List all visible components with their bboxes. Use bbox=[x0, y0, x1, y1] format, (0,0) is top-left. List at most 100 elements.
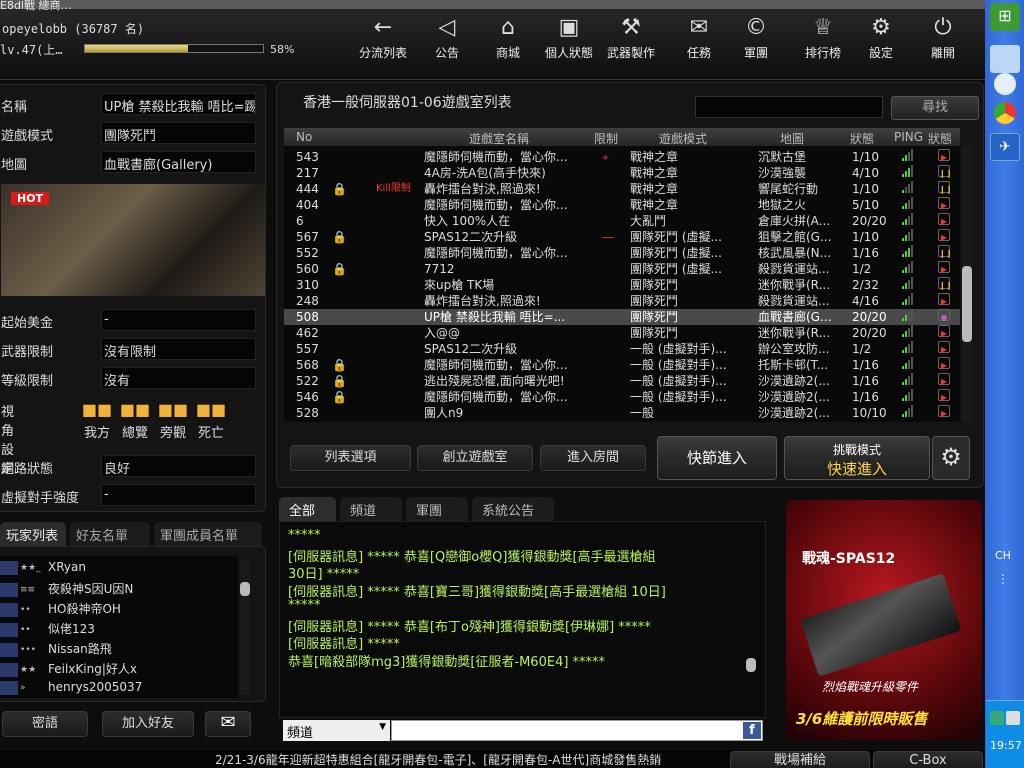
room-row[interactable]: 557 SPAS12二次升級 一般 (虛擬對手)... 辦公室攻防... 1/2 ▶ bbox=[284, 341, 960, 357]
chat-tab-channel[interactable]: 頻道 bbox=[340, 497, 402, 521]
tab-friend-list[interactable]: 好友名單 bbox=[70, 522, 150, 546]
room-row[interactable]: 543 魔隱師伺機而動，當心你... ⌖ 戰神之章 沉默古堡 1/10 ▶ bbox=[284, 149, 960, 165]
list-options-button[interactable]: 列表選項 bbox=[290, 445, 411, 471]
header-state[interactable]: 狀態 bbox=[928, 130, 952, 147]
player-list-scroll-thumb[interactable] bbox=[240, 582, 250, 596]
room-row[interactable]: 560 🔒 7712 團隊死鬥 (虛擬... 殺戮貨運站... 1/2 ▶ bbox=[284, 261, 960, 277]
language-options-icon[interactable]: ⋮ bbox=[997, 572, 1009, 586]
create-room-button[interactable]: 創立遊戲室 bbox=[417, 445, 533, 471]
secret-chat-button[interactable]: 密語 bbox=[2, 711, 88, 737]
room-row[interactable]: 462 入@@ 團隊死鬥 迷你戰爭(R... 20/20 ▶ bbox=[284, 325, 960, 341]
nav-profile-card-button[interactable]: ▣ 個人狀態 bbox=[541, 14, 597, 68]
room-row[interactable]: 310 來up槍 TK場 團隊死鬥 迷你戰爭(R... 2/32 ❙❙ bbox=[284, 277, 960, 293]
player-row[interactable]: •• 似佬123 bbox=[0, 620, 95, 640]
room-no: 560 bbox=[296, 262, 319, 276]
room-row[interactable]: 217 4A房-洗A包(高手快來) 戰神之章 沙漠強襲 4/10 ❙❙ bbox=[284, 165, 960, 181]
chat-tab-clan[interactable]: 軍團 bbox=[406, 497, 468, 521]
chat-input[interactable]: f bbox=[391, 720, 763, 741]
chat-scroll-thumb[interactable] bbox=[746, 658, 756, 672]
tab-clan-members[interactable]: 軍團成員名單 bbox=[154, 522, 262, 546]
room-map: 沙漠強襲 bbox=[758, 166, 807, 180]
room-row[interactable]: 6 快入 100%人在 大亂鬥 倉庫火拼(A... 20/20 ▶ bbox=[284, 213, 960, 229]
chat-tab-all[interactable]: 全部 bbox=[279, 497, 336, 521]
room-list-scroll-thumb[interactable] bbox=[962, 266, 972, 342]
spectate-button[interactable]: ■■ 旁觀 bbox=[155, 400, 191, 441]
player-row[interactable]: ••• Nissan路飛 bbox=[0, 640, 112, 660]
room-row[interactable]: 552 魔隱師伺機而動，當心你... 團隊死鬥 (虛擬... 核武風暴(N... 1/1… bbox=[284, 245, 960, 261]
gun-icon: ⚒ bbox=[621, 15, 641, 40]
nav-trophy-button[interactable]: ♕ 排行榜 bbox=[795, 14, 851, 68]
tab-player-list[interactable]: 玩家列表 bbox=[0, 522, 66, 546]
nav-shop-button[interactable]: ⌂ 商城 bbox=[480, 14, 536, 68]
room-row[interactable]: 568 🔒 魔隱師伺機而動，當心你... 一般 (虛擬對手)... 托斯卡邨(T... 1… bbox=[284, 357, 960, 373]
header-status[interactable]: 狀態 bbox=[850, 130, 874, 147]
volume-icon[interactable] bbox=[1006, 711, 1020, 725]
nav-clan-button[interactable]: © 軍團 bbox=[728, 14, 784, 68]
player-row[interactable]: ≡≡ 夜殺神S因U因N bbox=[0, 580, 133, 600]
ping-bar bbox=[908, 280, 910, 289]
nav-speaker-button[interactable]: ◁ 公告 bbox=[419, 14, 475, 68]
player-list-scrollbar[interactable] bbox=[240, 560, 250, 694]
promo-banner[interactable]: 戰魂-SPAS12 烈焰戰魂升級零件 3/6維護前限時販售 bbox=[786, 500, 982, 740]
overview-button[interactable]: ■■ 總覽 bbox=[117, 400, 153, 441]
player-row[interactable]: •• HO殺神帝OH bbox=[0, 600, 121, 620]
nav-power-button[interactable]: ⏻ 離開 bbox=[915, 14, 971, 68]
clock[interactable]: 19:57 bbox=[990, 739, 1022, 752]
room-row[interactable]: 528 團人n9 一般 沙漠遺跡2(... 10/10 ▶ bbox=[284, 405, 960, 421]
room-field-value: UP槍 禁殺比我輸 唔比=踢 唔該 bbox=[101, 93, 256, 115]
chrome-icon[interactable] bbox=[994, 102, 1016, 124]
media-player-icon[interactable] bbox=[994, 73, 1016, 95]
header-room-name[interactable]: 遊戲室名稱 bbox=[469, 130, 529, 147]
chat-scrollbar[interactable] bbox=[746, 530, 756, 690]
player-row[interactable]: » henrys2005037 bbox=[0, 680, 142, 700]
room-row[interactable]: 508 UP槍 禁殺比我輸 唔比=... 團隊死鬥 血戰書廊(G... 20/20 ● bbox=[284, 309, 960, 325]
add-friend-button[interactable]: 加入好友 bbox=[102, 711, 194, 737]
team-view-button[interactable]: ■■ 我方 bbox=[79, 400, 115, 441]
death-cam-button[interactable]: ■■ 死亡 bbox=[193, 400, 229, 441]
chat-tab-system[interactable]: 系統公告 bbox=[472, 497, 554, 521]
room-search-input[interactable] bbox=[695, 96, 883, 118]
ping-bar bbox=[908, 248, 910, 257]
player-row[interactable]: ★★ FeilxKing|好人x bbox=[0, 660, 137, 680]
header-limit[interactable]: 限制 bbox=[594, 130, 618, 147]
language-indicator[interactable]: CH bbox=[995, 549, 1011, 562]
header-ping[interactable]: PING bbox=[894, 130, 923, 144]
room-row[interactable]: 248 轟炸擂台對決,照過來! 團隊死鬥 殺戮貨運站... 4/16 ▶ bbox=[284, 293, 960, 309]
power-icon: ⏻ bbox=[934, 15, 952, 40]
room-list-scrollbar[interactable] bbox=[962, 146, 972, 422]
nav-back-arrow-button[interactable]: ← 分流列表 bbox=[355, 14, 411, 68]
promo-subtitle: 烈焰戰魂升級零件 bbox=[822, 680, 919, 694]
nav-label: 個人狀態 bbox=[544, 46, 593, 60]
header-map[interactable]: 地圖 bbox=[780, 130, 804, 147]
quick-join-button[interactable]: 快節進入 bbox=[657, 436, 777, 480]
challenge-mode-button[interactable]: 挑戰模式 快速進入 bbox=[784, 436, 930, 480]
room-name: SPAS12二次升級 bbox=[424, 342, 518, 356]
ping-bar bbox=[911, 181, 913, 193]
room-row[interactable]: 522 🔒 逃出殘屍恐懼,面向曙光吧! 一般 (虛擬對手)... 沙漠遺跡2(... 1/… bbox=[284, 373, 960, 389]
promo-date: 3/6維護前限時販售 bbox=[796, 710, 928, 728]
enter-room-button[interactable]: 進入房間 bbox=[540, 445, 646, 471]
gear-icon[interactable]: ⚙ bbox=[932, 436, 970, 480]
room-field-value: - bbox=[101, 484, 256, 506]
start-button[interactable]: ⊞ bbox=[990, 3, 1020, 31]
network-icon[interactable] bbox=[990, 711, 1004, 725]
room-name: 入@@ bbox=[424, 326, 461, 340]
room-row[interactable]: 404 魔隱師伺機而動，當心你... 戰神之章 地獄之火 5/10 ▶ bbox=[284, 197, 960, 213]
facebook-icon[interactable]: f bbox=[743, 722, 761, 739]
header-mode[interactable]: 遊戲模式 bbox=[659, 130, 707, 147]
battle-supply-button[interactable]: 戰場補給 bbox=[730, 751, 870, 768]
cbox-button[interactable]: C-Box bbox=[873, 751, 983, 768]
header-no[interactable]: No bbox=[296, 130, 312, 144]
room-row[interactable]: 444 🔒 Kill限制 轟炸擂台對決,照過來! 戰神之章 響尾蛇行動 1/10 ❙❙ bbox=[284, 181, 960, 197]
quicklaunch-desktop-icon[interactable] bbox=[990, 45, 1020, 73]
player-row[interactable]: ★★_ XRyan bbox=[0, 560, 86, 580]
nav-mission-button[interactable]: ✉ 任務 bbox=[671, 14, 727, 68]
room-row[interactable]: 567 🔒 SPAS12二次升級 ― 團隊死鬥 (虛擬... 狙擊之館(G... 1/10 ▶ bbox=[284, 229, 960, 245]
nav-gear-button[interactable]: ⚙ 設定 bbox=[853, 14, 909, 68]
mail-icon[interactable]: ✉ bbox=[205, 711, 251, 737]
game-task-icon[interactable]: ✈ bbox=[990, 133, 1020, 161]
room-search-button[interactable]: 尋找 bbox=[891, 96, 979, 120]
nav-gun-button[interactable]: ⚒ 武器製作 bbox=[603, 14, 659, 68]
chat-channel-select[interactable]: 頻道 ▼ bbox=[283, 720, 390, 741]
room-row[interactable]: 546 🔒 魔隱師伺機而動，當心你... 一般 (虛擬對手)... 沙漠遺跡2(... 1… bbox=[284, 389, 960, 405]
